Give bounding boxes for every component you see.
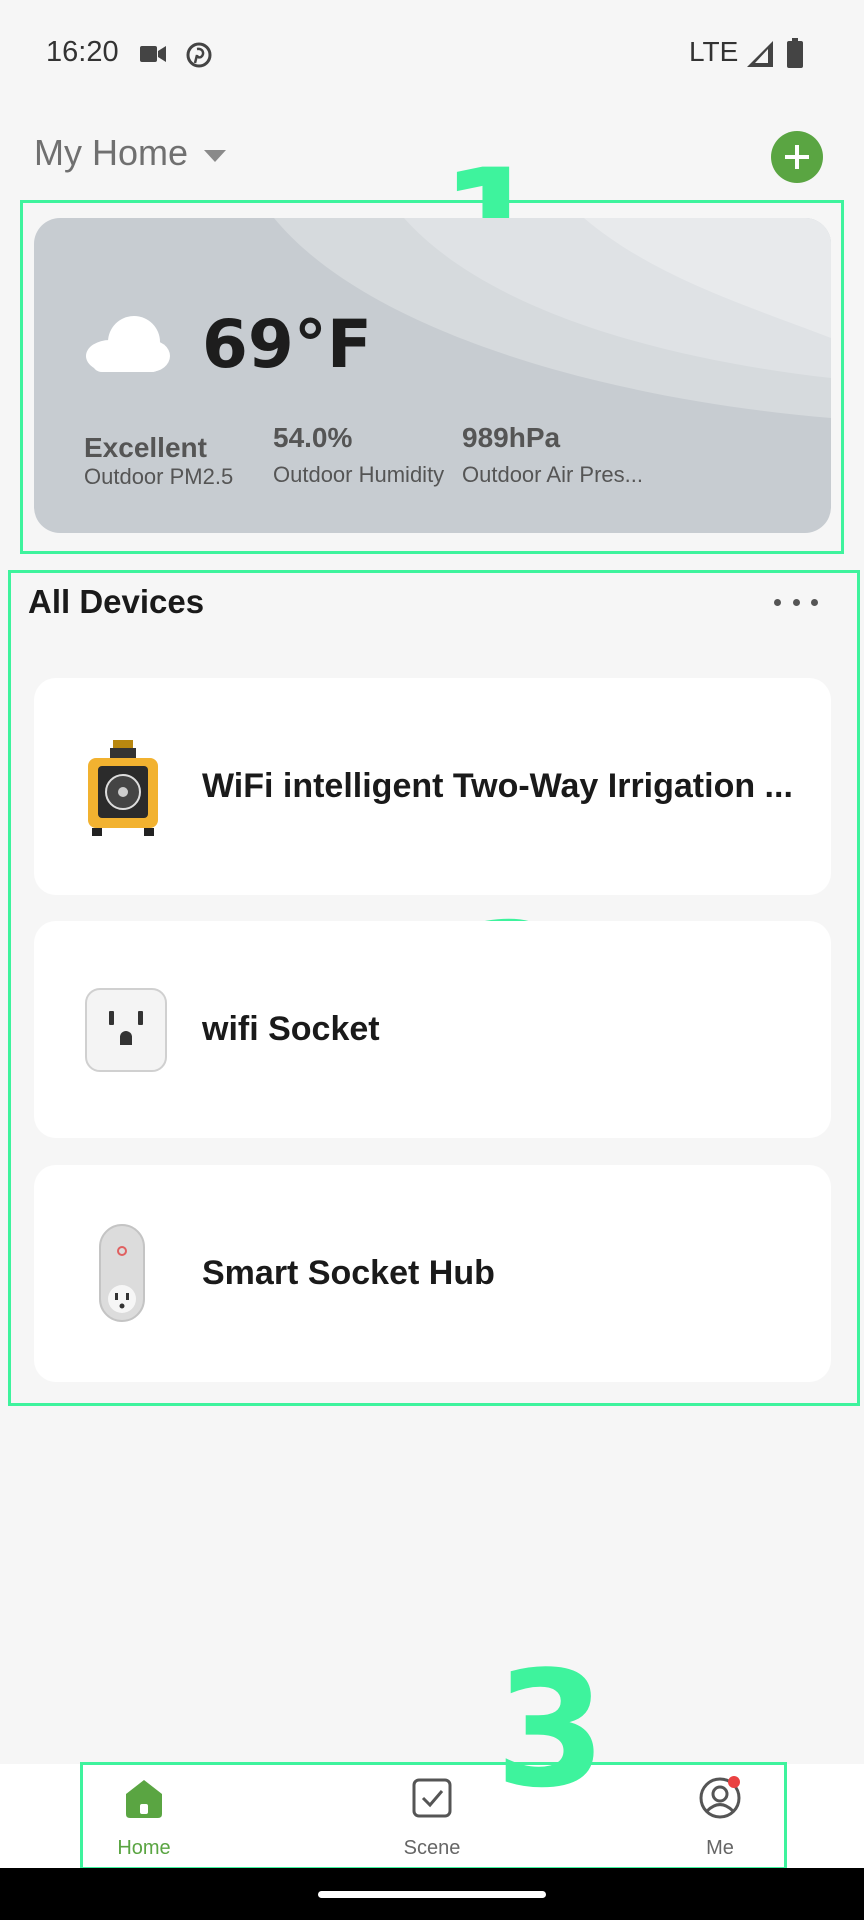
all-devices-title: All Devices <box>28 583 205 620</box>
temperature: 69°F <box>202 306 372 383</box>
device-name: WiFi intelligent Two-Way Irrigation ... <box>202 767 793 805</box>
irrigation-timer-icon <box>88 740 158 836</box>
wall-socket-icon <box>85 988 167 1072</box>
device-name: wifi Socket <box>202 1010 380 1048</box>
add-device-button[interactable] <box>771 131 823 183</box>
device-card-irrigation[interactable]: WiFi intelligent Two-Way Irrigation ... <box>34 678 831 895</box>
signal-icon <box>747 41 773 67</box>
device-card-wifi-socket[interactable]: wifi Socket <box>34 921 831 1138</box>
network-label: LTE <box>689 36 739 67</box>
home-selector[interactable]: My Home <box>34 132 227 174</box>
home-name: My Home <box>34 132 189 173</box>
battery-icon <box>787 38 803 68</box>
highlight-label-3: 3 <box>495 1636 607 1823</box>
pressure-label: Outdoor Air Pres... <box>462 462 643 487</box>
plug-hub-icon <box>99 1224 145 1322</box>
gesture-handle[interactable] <box>318 1891 546 1898</box>
caret-down-icon <box>204 150 227 162</box>
pressure-value: 989hPa <box>462 422 561 453</box>
pm25-value: Excellent <box>84 432 207 463</box>
pm25-label: Outdoor PM2.5 <box>84 464 234 489</box>
highlight-frame-3 <box>80 1762 787 1870</box>
more-dots-icon[interactable] <box>774 596 818 608</box>
device-card-socket-hub[interactable]: Smart Socket Hub <box>34 1165 831 1382</box>
humidity-value: 54.0% <box>273 422 353 453</box>
video-icon <box>140 46 166 62</box>
pinterest-icon <box>186 42 212 68</box>
humidity-label: Outdoor Humidity <box>273 462 445 487</box>
device-name: Smart Socket Hub <box>202 1254 495 1292</box>
status-time: 16:20 <box>46 36 119 68</box>
cloud-icon <box>86 316 170 372</box>
